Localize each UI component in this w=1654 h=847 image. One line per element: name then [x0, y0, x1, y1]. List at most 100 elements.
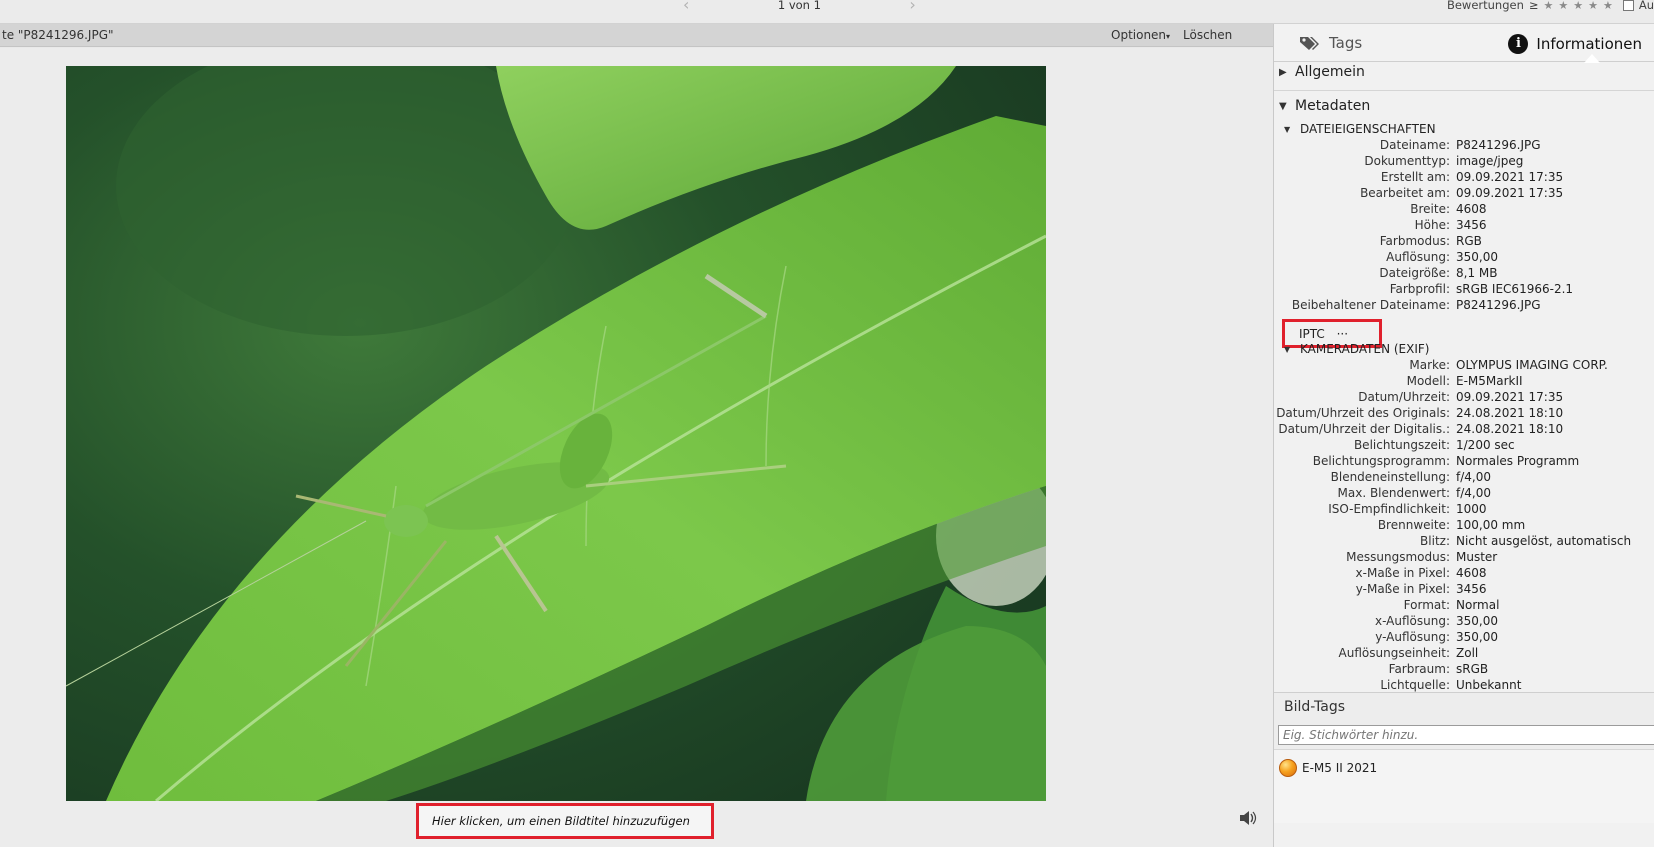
- subsection-file-properties[interactable]: ▼ DATEIEIGENSCHAFTEN: [1284, 122, 1436, 136]
- metadata-row: Modell: E-M5MarkII: [1274, 374, 1654, 390]
- metadata-label: x-Maße in Pixel:: [1355, 566, 1450, 580]
- metadata-value: Muster: [1456, 550, 1498, 564]
- metadata-value: 350,00: [1456, 250, 1498, 264]
- metadata-label: y-Auflösung:: [1375, 630, 1450, 644]
- image-tags-section: Bild-Tags E-M5 II 2021: [1274, 692, 1654, 823]
- image-caption-field[interactable]: Hier klicken, um einen Bildtitel hinzuzu…: [416, 803, 714, 839]
- metadata-label: Belichtungszeit:: [1353, 438, 1450, 452]
- metadata-value: 09.09.2021 17:35: [1456, 390, 1564, 404]
- subsection-camera-data[interactable]: ▼ KAMERADATEN (EXIF): [1284, 342, 1429, 356]
- metadata-label: Dokumenttyp:: [1364, 154, 1450, 168]
- metadata-row: Messungsmodus: Muster: [1274, 550, 1654, 566]
- metadata-value: 3456: [1456, 218, 1487, 232]
- metadata-value: 4608: [1456, 566, 1487, 580]
- metadata-label: Breite:: [1410, 202, 1450, 216]
- info-panel: Tags i Informationen ▶ Allgemein ▼ Metad…: [1273, 24, 1654, 847]
- metadata-value: 350,00: [1456, 630, 1498, 644]
- photo-grasshopper-on-leaf[interactable]: [66, 66, 1046, 801]
- tab-tags[interactable]: Tags: [1299, 34, 1362, 52]
- photo-image: [66, 66, 1046, 801]
- metadata-value: 1000: [1456, 502, 1487, 516]
- metadata-value: P8241296.JPG: [1456, 298, 1541, 312]
- tab-information-label: Informationen: [1536, 35, 1642, 53]
- section-allgemein-label: Allgemein: [1295, 64, 1365, 80]
- caret-down-icon: ▼: [1284, 344, 1291, 354]
- document-bar: te "P8241296.JPG" Optionen▾ Löschen: [0, 24, 1273, 47]
- auto-checkbox[interactable]: [1622, 0, 1634, 11]
- metadata-row: Breite: 4608: [1274, 202, 1654, 218]
- metadata-value: OLYMPUS IMAGING CORP.: [1456, 358, 1608, 372]
- tag-chip-label: E-M5 II 2021: [1302, 761, 1378, 775]
- ratings-filter: Bewertungen ≥ ★★★★★ Au: [1447, 0, 1654, 12]
- metadata-value: f/4,00: [1456, 470, 1491, 484]
- options-menu-button[interactable]: Optionen▾: [1111, 28, 1170, 42]
- metadata-value: Normales Programm: [1456, 454, 1580, 468]
- metadata-row: Format: Normal: [1274, 598, 1654, 614]
- metadata-label: Dateiname:: [1379, 138, 1450, 152]
- metadata-value: 1/200 sec: [1456, 438, 1515, 452]
- tag-icon: [1300, 37, 1319, 50]
- metadata-row: Max. Blendenwert: f/4,00: [1274, 486, 1654, 502]
- metadata-row: x-Auflösung: 350,00: [1274, 614, 1654, 630]
- metadata-row: Datum/Uhrzeit der Digitalis.: 24.08.2021 …: [1274, 422, 1654, 438]
- top-toolbar: ‹ 1 von 1 › Bewertungen ≥ ★★★★★ Au: [0, 0, 1654, 24]
- keyword-input[interactable]: [1278, 725, 1654, 745]
- metadata-row: Belichtungszeit: 1/200 sec: [1274, 438, 1654, 454]
- metadata-label: Datum/Uhrzeit der Digitalis.:: [1278, 422, 1450, 436]
- metadata-value: 8,1 MB: [1456, 266, 1498, 280]
- metadata-label: y-Maße in Pixel:: [1355, 582, 1450, 596]
- metadata-value: sRGB IEC61966-2.1: [1456, 282, 1574, 296]
- metadata-value: 09.09.2021 17:35: [1456, 186, 1564, 200]
- camera-data-title: KAMERADATEN (EXIF): [1300, 342, 1430, 356]
- metadata-label: Auflösung:: [1386, 250, 1450, 264]
- caret-right-icon: ▶: [1279, 66, 1287, 78]
- metadata-label: ISO-Empfindlichkeit:: [1328, 502, 1450, 516]
- chevron-right-icon[interactable]: ›: [909, 0, 915, 13]
- metadata-value: 09.09.2021 17:35: [1456, 170, 1564, 184]
- delete-button[interactable]: Löschen: [1183, 28, 1232, 42]
- tab-information[interactable]: i Informationen: [1508, 34, 1642, 54]
- metadata-row: Bearbeitet am: 09.09.2021 17:35: [1274, 186, 1654, 202]
- active-tab-indicator: [1584, 54, 1600, 63]
- metadata-label: Marke:: [1409, 358, 1450, 372]
- metadata-label: Brennweite:: [1377, 518, 1450, 532]
- metadata-value: image/jpeg: [1456, 154, 1524, 168]
- section-metadaten[interactable]: ▼ Metadaten: [1279, 98, 1370, 114]
- speaker-icon[interactable]: [1238, 808, 1258, 828]
- metadata-row: Dateiname: P8241296.JPG: [1274, 138, 1654, 154]
- metadata-row: Datum/Uhrzeit: 09.09.2021 17:35: [1274, 390, 1654, 406]
- metadata-row: y-Maße in Pixel: 3456: [1274, 582, 1654, 598]
- metadata-scroll-area[interactable]: ▼ Metadaten ▼ DATEIEIGENSCHAFTEN Dateina…: [1274, 94, 1654, 714]
- metadata-label: Messungsmodus:: [1346, 550, 1450, 564]
- metadata-label: Farbraum:: [1388, 662, 1450, 676]
- options-label: Optionen: [1111, 28, 1167, 42]
- options-dropdown-icon: ▾: [1166, 32, 1171, 41]
- metadata-label: Format:: [1403, 598, 1450, 612]
- rating-stars[interactable]: ★★★★★: [1544, 0, 1618, 12]
- image-tags-title: Bild-Tags: [1284, 699, 1346, 715]
- section-allgemein[interactable]: ▶ Allgemein: [1279, 64, 1365, 80]
- iptc-label: IPTC: [1299, 327, 1325, 341]
- metadata-value: 3456: [1456, 582, 1487, 596]
- metadata-row: y-Auflösung: 350,00: [1274, 630, 1654, 646]
- file-properties-title: DATEIEIGENSCHAFTEN: [1300, 122, 1436, 136]
- metadata-label: Farbmodus:: [1379, 234, 1450, 248]
- image-viewer: Hier klicken, um einen Bildtitel hinzuzu…: [0, 48, 1273, 847]
- metadata-label: x-Auflösung:: [1374, 614, 1450, 628]
- tag-list: E-M5 II 2021: [1274, 749, 1654, 823]
- metadata-label: Blitz:: [1420, 534, 1450, 548]
- document-title: te "P8241296.JPG": [2, 28, 114, 42]
- metadata-label: Belichtungsprogramm:: [1312, 454, 1450, 468]
- ratings-operator[interactable]: ≥: [1529, 0, 1539, 12]
- tag-orb-icon: [1279, 759, 1297, 777]
- metadata-value: 24.08.2021 18:10: [1456, 422, 1564, 436]
- metadata-value: 100,00 mm: [1456, 518, 1526, 532]
- metadata-label: Beibehaltener Dateiname:: [1291, 298, 1450, 312]
- auto-checkbox-label: Au: [1638, 0, 1654, 12]
- metadata-label: Dateigröße:: [1379, 266, 1450, 280]
- metadata-label: Auflösungseinheit:: [1338, 646, 1450, 660]
- more-icon[interactable]: ···: [1337, 327, 1348, 341]
- tag-chip[interactable]: E-M5 II 2021: [1279, 759, 1377, 777]
- metadata-row: Belichtungsprogramm: Normales Programm: [1274, 454, 1654, 470]
- divider: [1274, 90, 1654, 91]
